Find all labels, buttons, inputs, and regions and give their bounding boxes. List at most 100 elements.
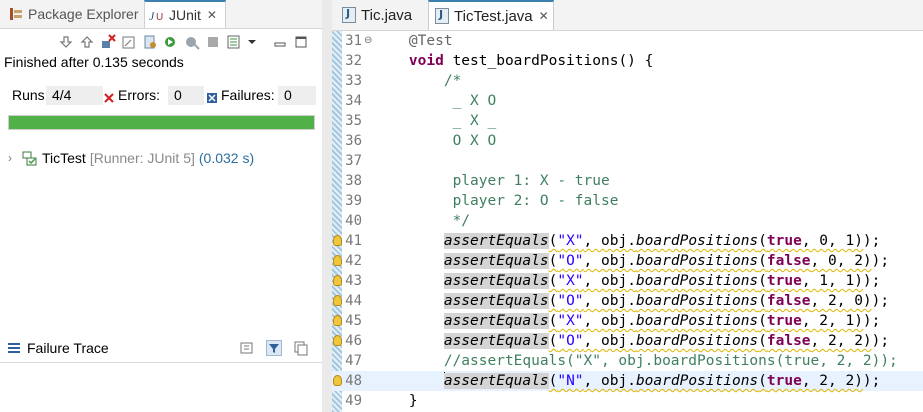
- failure-trace-label: Failure Trace: [27, 340, 109, 356]
- package-explorer-icon: [8, 6, 24, 22]
- maximize-icon[interactable]: [293, 34, 309, 50]
- svg-text:J: J: [149, 9, 155, 23]
- fold-toggle-icon[interactable]: ⊖: [364, 35, 372, 46]
- code-text: assertEquals("O", obj.boardPositions(fal…: [443, 333, 890, 349]
- failures-icon: [207, 90, 217, 106]
- show-failures-only-icon[interactable]: [100, 34, 116, 50]
- code-line[interactable]: 39 player 2: O - false: [332, 191, 923, 211]
- code-text: }: [374, 393, 418, 409]
- junit-view: Package Explorer JU JUnit ✕ Finished aft…: [0, 0, 322, 412]
- code-area[interactable]: 31 ⊖ @Test 32 void test_boardPositions() {…: [332, 31, 923, 412]
- line-number: 41: [345, 233, 362, 249]
- test-progress-bar: [8, 115, 315, 130]
- test-tree-item[interactable]: › TicTest [Runner: JUnit 5] (0.032 s): [8, 148, 254, 168]
- scroll-lock-icon[interactable]: [142, 34, 158, 50]
- rerun-test-icon[interactable]: [163, 34, 179, 50]
- line-number: 39: [345, 193, 362, 209]
- code-line[interactable]: 31 ⊖ @Test: [332, 31, 923, 51]
- code-text: player 1: X - true: [374, 173, 610, 189]
- line-number: 47: [345, 353, 362, 369]
- failure-trace-title: Failure Trace: [8, 340, 109, 356]
- compare-results-icon[interactable]: [239, 340, 255, 356]
- test-history-icon[interactable]: [226, 34, 242, 50]
- warning-marker-icon[interactable]: [333, 335, 342, 346]
- test-class-name: TicTest: [42, 150, 86, 166]
- warning-marker-icon[interactable]: [333, 295, 342, 306]
- code-text: O X O: [374, 133, 497, 149]
- tab-tictest-java[interactable]: TicTest.java ✕: [428, 0, 554, 30]
- minimize-icon[interactable]: [272, 34, 288, 50]
- editor-tab-bar: Tic.java TicTest.java ✕: [332, 0, 923, 31]
- view-splitter[interactable]: [322, 0, 332, 412]
- code-line[interactable]: 45 assertEquals("X", obj.boardPositions(…: [332, 311, 923, 331]
- runs-value: 4/4: [46, 86, 103, 105]
- line-number: 49: [345, 393, 362, 409]
- code-line[interactable]: 36 O X O: [332, 131, 923, 151]
- line-number: 37: [345, 153, 362, 169]
- junit-icon: JU: [149, 7, 165, 23]
- tab-tic-java[interactable]: Tic.java: [336, 0, 424, 30]
- code-line[interactable]: 42 assertEquals("O", obj.boardPositions(…: [332, 251, 923, 271]
- code-line[interactable]: 34 _ X O: [332, 91, 923, 111]
- line-number: 36: [345, 133, 362, 149]
- run-status-text: Finished after 0.135 seconds: [4, 54, 184, 70]
- code-line[interactable]: 48 assertEquals("N", obj.boardPositions(…: [332, 371, 923, 391]
- line-number: 34: [345, 93, 362, 109]
- code-line[interactable]: 43 assertEquals("X", obj.boardPositions(…: [332, 271, 923, 291]
- warning-marker-icon[interactable]: [333, 275, 342, 286]
- svg-text:U: U: [156, 12, 163, 23]
- tab-junit[interactable]: JU JUnit ✕: [144, 0, 226, 28]
- code-line[interactable]: 46 assertEquals("O", obj.boardPositions(…: [332, 331, 923, 351]
- warning-marker-icon[interactable]: [333, 375, 342, 386]
- line-number: 40: [345, 213, 362, 229]
- chevron-down-icon[interactable]: [247, 34, 257, 50]
- show-skipped-icon[interactable]: [121, 34, 137, 50]
- errors-label: Errors:: [118, 87, 160, 103]
- code-line[interactable]: 32 void test_boardPositions() {: [332, 51, 923, 71]
- code-text: /*: [374, 73, 462, 89]
- close-icon[interactable]: ✕: [207, 8, 217, 22]
- code-text: assertEquals("O", obj.boardPositions(fal…: [443, 253, 890, 269]
- warning-marker-icon[interactable]: [333, 255, 342, 266]
- line-number: 48: [345, 373, 362, 389]
- failure-trace-header: Failure Trace: [0, 336, 322, 363]
- java-file-icon: [435, 8, 449, 24]
- code-text: //assertEquals("X", obj.boardPositions(t…: [374, 353, 898, 369]
- code-line[interactable]: 44 assertEquals("O", obj.boardPositions(…: [332, 291, 923, 311]
- line-number: 43: [345, 273, 362, 289]
- previous-failure-icon[interactable]: [79, 34, 95, 50]
- code-text: assertEquals("X", obj.boardPositions(tru…: [443, 313, 881, 329]
- close-icon[interactable]: ✕: [539, 9, 549, 23]
- junit-toolbar: [58, 32, 314, 52]
- code-line[interactable]: 38 player 1: X - true: [332, 171, 923, 191]
- line-number: 32: [345, 53, 362, 69]
- code-line[interactable]: 35 _ X _: [332, 111, 923, 131]
- failures-value: 0: [278, 86, 316, 105]
- filter-stack-trace-icon[interactable]: [266, 340, 282, 356]
- warning-marker-icon[interactable]: [333, 315, 342, 326]
- stack-trace-icon: [8, 343, 20, 353]
- code-text: @Test: [374, 33, 453, 49]
- rerun-failed-first-icon[interactable]: [184, 34, 200, 50]
- code-line[interactable]: 37: [332, 151, 923, 171]
- editor-tab-label: TicTest.java: [454, 7, 533, 25]
- line-number: 44: [345, 293, 362, 309]
- chevron-right-icon[interactable]: ›: [8, 151, 22, 165]
- failure-trace-toolbar: [233, 340, 314, 356]
- code-line[interactable]: 47 //assertEquals("X", obj.boardPosition…: [332, 351, 923, 371]
- left-tab-bar: Package Explorer JU JUnit ✕: [0, 0, 322, 29]
- stop-icon[interactable]: [205, 34, 221, 50]
- warning-marker-icon[interactable]: [333, 235, 342, 246]
- line-number: 46: [345, 333, 362, 349]
- code-line[interactable]: 40 */: [332, 211, 923, 231]
- code-text: assertEquals("X", obj.boardPositions(tru…: [443, 273, 881, 289]
- next-failure-icon[interactable]: [58, 34, 74, 50]
- code-line[interactable]: 41 assertEquals("X", obj.boardPositions(…: [332, 231, 923, 251]
- tab-label: Package Explorer: [28, 6, 139, 22]
- errors-value: 0: [168, 86, 204, 105]
- tab-package-explorer[interactable]: Package Explorer: [6, 0, 144, 28]
- code-line[interactable]: 49 }: [332, 391, 923, 411]
- code-line[interactable]: 33 /*: [332, 71, 923, 91]
- copy-trace-icon[interactable]: [293, 340, 309, 356]
- test-suite-passed-icon: [22, 150, 38, 166]
